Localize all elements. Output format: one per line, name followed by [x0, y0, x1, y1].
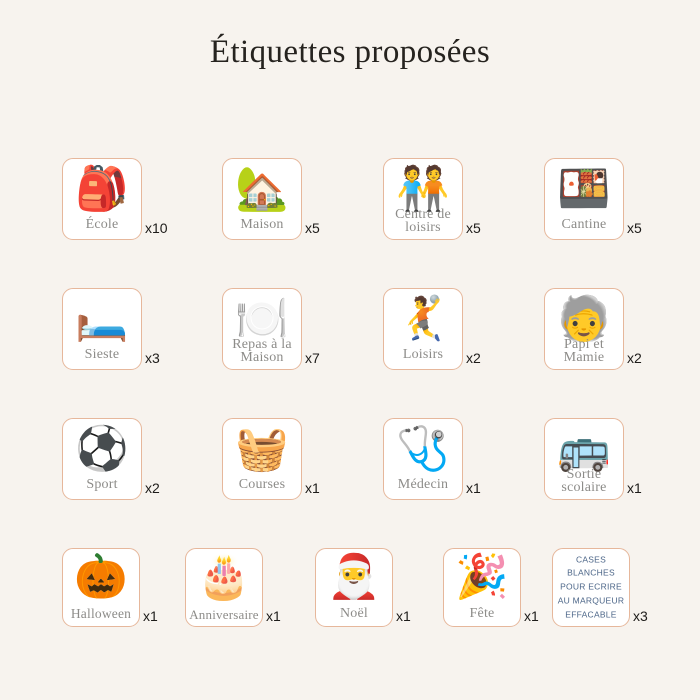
- sticker-label: Repas à la Maison: [232, 336, 292, 366]
- sticker-row: 🛏️ Sieste x3 🍽️ Repas à la Maison x7 🤾 Loisirs x2…: [0, 288, 700, 418]
- birthday-cake-icon: 🎂: [197, 553, 251, 601]
- sticker-label: Sortie scolaire: [561, 466, 607, 496]
- sticker-item[interactable]: 🍽️ Repas à la Maison x7: [222, 288, 320, 370]
- note-line: BLANCHES: [567, 567, 615, 578]
- sticker-card[interactable]: 🎃 Halloween: [62, 548, 140, 627]
- sticker-grid: 🎒 École x10 🏡 Maison x5 🧑‍🤝‍🧑 Centre de loisirs x…: [0, 158, 700, 678]
- sticker-card[interactable]: 🚌 Sortie scolaire: [544, 418, 624, 500]
- note-line: AU MARQUEUR: [557, 595, 625, 606]
- grocery-basket-icon: 🧺: [235, 425, 289, 473]
- note-line: POUR ECRIRE: [560, 581, 622, 592]
- sticker-label: Halloween: [70, 606, 132, 622]
- page-title: Étiquettes proposées: [209, 34, 491, 70]
- school-backpack-icon: 🎒: [75, 165, 129, 213]
- sticker-card[interactable]: 🎂 Anniversaire: [185, 548, 263, 627]
- sticker-card[interactable]: CASES BLANCHES POUR ECRIRE AU MARQUEUR EFFAC…: [552, 548, 630, 627]
- sticker-card[interactable]: 🍽️ Repas à la Maison: [222, 288, 302, 370]
- children-playing-ball-icon: 🤾: [396, 295, 450, 343]
- sticker-label: École: [85, 216, 119, 232]
- sticker-item[interactable]: 🏡 Maison x5: [222, 158, 320, 240]
- sticker-label: Noël: [339, 605, 368, 621]
- grandparents-icon: 🧓: [557, 295, 611, 343]
- home-meal-plate-icon: 🍽️: [235, 295, 289, 343]
- sticker-quantity: x2: [627, 350, 642, 366]
- note-line: EFFACABLE: [565, 609, 617, 620]
- sticker-item[interactable]: 🧑‍🤝‍🧑 Centre de loisirs x5: [383, 158, 481, 240]
- sticker-row: ⚽ Sport x2 🧺 Courses x1 🩺 Médecin x1 🚌 Sortie scola…: [0, 418, 700, 548]
- sticker-card[interactable]: 🧺 Courses: [222, 418, 302, 500]
- sticker-item[interactable]: 🎃 Halloween x1: [62, 548, 158, 627]
- sticker-item[interactable]: 🎉 Fête x1: [443, 548, 539, 627]
- sticker-card[interactable]: 🩺 Médecin: [383, 418, 463, 500]
- sticker-quantity: x2: [145, 480, 160, 496]
- sticker-item[interactable]: CASES BLANCHES POUR ECRIRE AU MARQUEUR EFFAC…: [552, 548, 648, 627]
- children-circle-icon: 🧑‍🤝‍🧑: [396, 165, 450, 213]
- sticker-quantity: x1: [305, 480, 320, 496]
- sticker-item[interactable]: 🛏️ Sieste x3: [62, 288, 160, 370]
- sticker-quantity: x2: [466, 350, 481, 366]
- sticker-item[interactable]: 🤾 Loisirs x2: [383, 288, 481, 370]
- sticker-quantity: x1: [396, 608, 411, 624]
- house-with-heart-icon: 🏡: [235, 165, 289, 213]
- sticker-quantity: x3: [145, 350, 160, 366]
- sticker-item[interactable]: 🎂 Anniversaire x1: [185, 548, 281, 627]
- sticker-label: Fête: [469, 605, 495, 621]
- sticker-card[interactable]: 🧓 Papi et Mamie: [544, 288, 624, 370]
- sticker-quantity: x5: [627, 220, 642, 236]
- sticker-quantity: x3: [633, 608, 648, 624]
- sticker-label: Cantine: [561, 216, 607, 232]
- sticker-item[interactable]: 🚌 Sortie scolaire x1: [544, 418, 642, 500]
- sticker-card[interactable]: 🛏️ Sieste: [62, 288, 142, 370]
- sticker-item[interactable]: 🍱 Cantine x5: [544, 158, 642, 240]
- sticker-quantity: x1: [627, 480, 642, 496]
- sticker-quantity: x10: [145, 220, 168, 236]
- sticker-card[interactable]: 🧑‍🤝‍🧑 Centre de loisirs: [383, 158, 463, 240]
- sticker-item[interactable]: 🎒 École x10: [62, 158, 168, 240]
- sticker-note-text: CASES BLANCHES POUR ECRIRE AU MARQUEUR EFFAC…: [553, 553, 629, 622]
- sticker-quantity: x1: [266, 608, 281, 624]
- sticker-card[interactable]: 🍱 Cantine: [544, 158, 624, 240]
- sports-ball-racket-icon: ⚽: [75, 425, 129, 473]
- sticker-row: 🎒 École x10 🏡 Maison x5 🧑‍🤝‍🧑 Centre de loisirs x…: [0, 158, 700, 288]
- sticker-quantity: x1: [524, 608, 539, 624]
- sticker-label: Sport: [86, 476, 118, 492]
- sticker-row: 🎃 Halloween x1 🎂 Anniversaire x1 🎅 Noël x1 🎉 Fête x…: [0, 548, 700, 678]
- sticker-label: Courses: [238, 476, 286, 492]
- doctor-kit-stethoscope-icon: 🩺: [396, 425, 450, 473]
- sticker-quantity: x1: [143, 608, 158, 624]
- sticker-quantity: x5: [466, 220, 481, 236]
- note-line: CASES: [575, 554, 607, 565]
- party-popper-icon: 🎉: [455, 553, 509, 601]
- sticker-label: Médecin: [397, 476, 449, 492]
- sticker-quantity: x5: [305, 220, 320, 236]
- sticker-quantity: x1: [466, 480, 481, 496]
- sleeping-bunny-icon: 🛏️: [75, 295, 129, 343]
- sticker-card[interactable]: 🤾 Loisirs: [383, 288, 463, 370]
- sticker-item[interactable]: 🎅 Noël x1: [315, 548, 411, 627]
- sticker-label: Papi et Mamie: [563, 336, 605, 366]
- sticker-quantity: x7: [305, 350, 320, 366]
- lunch-tray-icon: 🍱: [557, 165, 611, 213]
- sticker-item[interactable]: 🩺 Médecin x1: [383, 418, 481, 500]
- sticker-sheet-page: Étiquettes proposées 🎒 École x10 🏡 Maison x5 🧑…: [0, 0, 700, 700]
- school-bus-icon: 🚌: [557, 425, 611, 473]
- sticker-card[interactable]: 🏡 Maison: [222, 158, 302, 240]
- sticker-item[interactable]: 🧺 Courses x1: [222, 418, 320, 500]
- sticker-card[interactable]: 🎒 École: [62, 158, 142, 240]
- sticker-label: Anniversaire: [189, 606, 259, 622]
- santa-claus-icon: 🎅: [327, 553, 381, 601]
- sticker-card[interactable]: 🎉 Fête: [443, 548, 521, 627]
- sticker-label: Loisirs: [402, 346, 444, 362]
- sticker-card[interactable]: ⚽ Sport: [62, 418, 142, 500]
- sticker-card[interactable]: 🎅 Noël: [315, 548, 393, 627]
- jack-o-lantern-icon: 🎃: [74, 553, 128, 601]
- sticker-label: Sieste: [84, 346, 120, 362]
- sticker-item[interactable]: ⚽ Sport x2: [62, 418, 160, 500]
- sticker-label: Centre de loisirs: [395, 206, 451, 236]
- sticker-item[interactable]: 🧓 Papi et Mamie x2: [544, 288, 642, 370]
- sticker-label: Maison: [240, 216, 284, 232]
